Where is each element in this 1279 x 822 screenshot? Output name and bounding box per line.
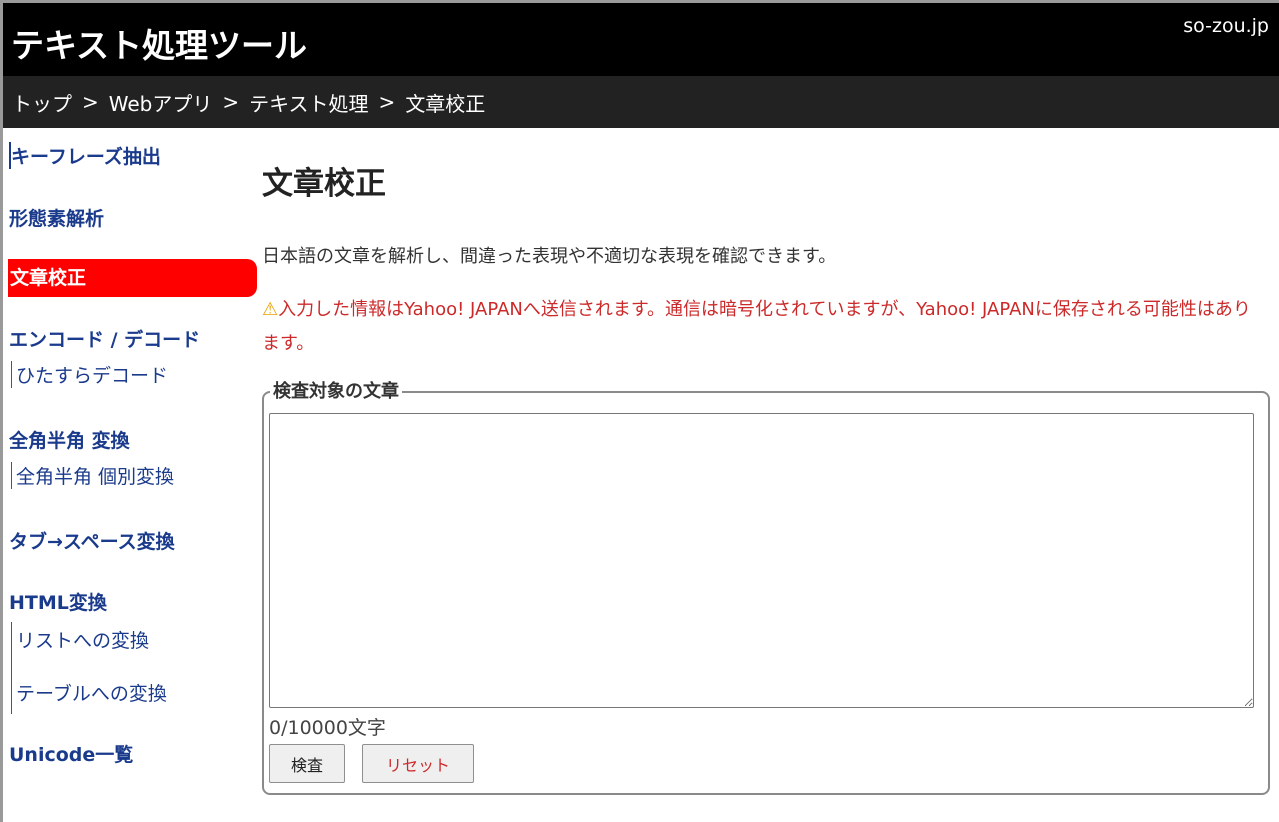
breadcrumb-current: 文章校正	[405, 91, 486, 116]
warning-text: 入力した情報はYahoo! JAPANへ送信されます。通信は暗号化されていますが…	[262, 299, 1251, 354]
breadcrumb-top[interactable]: トップ	[12, 88, 72, 117]
fieldset-legend: 検査対象の文章	[270, 377, 402, 403]
reset-button[interactable]: リセット	[362, 744, 474, 783]
page-description: 日本語の文章を解析し、間違った表現や不適切な表現を確認できます。	[262, 246, 837, 267]
site-title[interactable]: テキスト処理ツール	[11, 19, 307, 67]
page-title: 文章校正	[262, 166, 386, 202]
sidebar-item-proofreading[interactable]: 文章校正	[8, 259, 257, 297]
breadcrumb-text-processing[interactable]: テキスト処理	[249, 88, 368, 117]
sidebar-item-tab-space[interactable]: タブ→スペース変換	[9, 527, 175, 554]
warning-icon: ⚠	[262, 299, 279, 320]
sidebar-subgroup-encode: ひたすらデコード	[11, 361, 168, 388]
breadcrumb: トップ > Webアプリ > テキスト処理 > 文章校正	[3, 76, 1279, 128]
breadcrumb-webapp[interactable]: Webアプリ	[109, 88, 213, 117]
site-domain[interactable]: so-zou.jp	[1183, 15, 1269, 37]
site-header: テキスト処理ツール so-zou.jp	[3, 3, 1279, 76]
sidebar-subitem-decode[interactable]: ひたすらデコード	[16, 361, 168, 388]
check-button[interactable]: 検査	[269, 744, 345, 783]
sidebar-subitem-zenkaku-individual[interactable]: 全角半角 個別変換	[16, 462, 174, 489]
sidebar-item-encode-decode[interactable]: エンコード / デコード	[9, 325, 200, 352]
sidebar-subgroup-html: リストへの変換 テーブルへの変換	[11, 622, 167, 714]
sidebar-subitem-list[interactable]: リストへの変換	[16, 626, 167, 653]
sidebar-item-html[interactable]: HTML変換	[9, 588, 107, 615]
sidebar-item-unicode[interactable]: Unicode一覧	[9, 740, 133, 767]
breadcrumb-separator: >	[378, 90, 396, 114]
sidebar-subgroup-zenkaku: 全角半角 個別変換	[11, 462, 174, 489]
sidebar-item-keyphrase[interactable]: キーフレーズ抽出	[9, 142, 161, 169]
breadcrumb-separator: >	[82, 90, 99, 114]
sidebar-item-morphology[interactable]: 形態素解析	[9, 204, 104, 231]
sidebar-subitem-table[interactable]: テーブルへの変換	[16, 679, 167, 706]
sidebar-item-zenkaku-hankaku[interactable]: 全角半角 変換	[9, 426, 130, 453]
text-input-area[interactable]	[269, 413, 1254, 708]
breadcrumb-separator: >	[222, 90, 240, 114]
input-fieldset: 検査対象の文章 0/10000文字 検査 リセット	[262, 377, 1270, 795]
privacy-warning: ⚠入力した情報はYahoo! JAPANへ送信されます。通信は暗号化されています…	[262, 293, 1262, 361]
character-counter: 0/10000文字	[269, 717, 386, 739]
